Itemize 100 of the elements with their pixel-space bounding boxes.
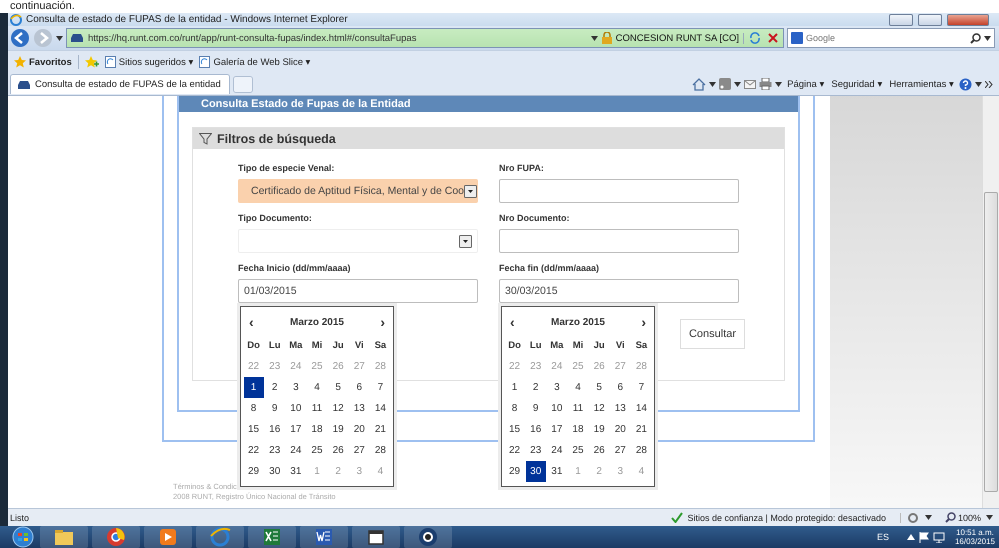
dropdown-field[interactable]: Certificado de Aptitud Física, Mental y de Coo	[238, 179, 478, 203]
calendar-day[interactable]: 24	[286, 440, 306, 461]
back-button-icon[interactable]	[10, 28, 30, 48]
calendar-day[interactable]: 6	[349, 377, 370, 398]
calendar-day[interactable]: 15	[244, 419, 264, 440]
start-orb-icon[interactable]	[10, 526, 36, 548]
text-field[interactable]	[499, 179, 739, 203]
zoom-control[interactable]: 100%	[944, 512, 981, 523]
dropdown-caret-icon[interactable]	[590, 36, 598, 40]
calendar-day[interactable]: 18	[568, 419, 588, 440]
calendar-day[interactable]: 8	[504, 398, 525, 419]
home-icon[interactable]	[692, 78, 706, 90]
text-field[interactable]	[499, 229, 739, 253]
calendar-day[interactable]: 12	[328, 398, 348, 419]
calendar-day[interactable]: 26	[589, 440, 610, 461]
calendar-day[interactable]: 25	[306, 440, 327, 461]
add-favorite-icon[interactable]	[84, 56, 99, 68]
search-icon[interactable]	[970, 32, 981, 44]
calendar-day[interactable]: 14	[631, 398, 652, 419]
globe-e-icon[interactable]	[208, 526, 232, 548]
address-field[interactable]: https://hq.runt.com.co/runt/app/runt-consulta-fupas/index.html#/consultaFupas CONCESION RUNT SA [CO]	[66, 28, 784, 48]
circle-logo-icon[interactable]	[104, 526, 128, 548]
calendar-day[interactable]: 26	[328, 440, 348, 461]
calendar-day[interactable]: 29	[504, 461, 525, 482]
refresh-icon[interactable]	[748, 31, 762, 45]
dropdown-caret-icon[interactable]	[459, 234, 472, 248]
calendar-day[interactable]: 3	[286, 377, 306, 398]
calendar-day[interactable]: 10	[546, 398, 567, 419]
calendar-day[interactable]: 25	[568, 440, 588, 461]
calendar-day[interactable]: 15	[504, 419, 525, 440]
calendar-day[interactable]: 2	[526, 377, 546, 398]
calendar-day[interactable]: 9	[264, 398, 285, 419]
browser-tab[interactable]: Consulta de estado de FUPAS de la entidad	[10, 74, 230, 94]
calendar-day[interactable]: 16	[526, 419, 546, 440]
flag-icon[interactable]	[918, 532, 929, 542]
calendar-day[interactable]: 17	[546, 419, 567, 440]
calendar-day[interactable]: 21	[370, 419, 390, 440]
calendar-day[interactable]: 1	[244, 377, 264, 398]
vertical-scrollbar[interactable]	[982, 96, 999, 508]
calendar-day[interactable]: 18	[306, 419, 327, 440]
dropdown-caret-icon[interactable]	[986, 515, 993, 520]
calendar-day[interactable]: 30	[526, 461, 546, 482]
calendar-day[interactable]: 2	[264, 377, 285, 398]
next-month-button[interactable]: ›	[641, 314, 646, 330]
calendar-day[interactable]: 30	[264, 461, 285, 482]
calendar-day[interactable]: 31	[546, 461, 567, 482]
calendar-day[interactable]: 20	[610, 419, 630, 440]
search-field[interactable]: Google	[787, 28, 995, 48]
dropdown-caret-icon[interactable]	[464, 184, 478, 198]
calendar-day[interactable]: 28	[370, 440, 390, 461]
clock-time[interactable]: 10:51 a.m.	[956, 528, 994, 537]
dropdown-caret-icon[interactable]	[734, 82, 742, 86]
calendar-day[interactable]: 9	[526, 398, 546, 419]
favorites-link[interactable]: Galería de Web Slice ▾	[199, 56, 311, 68]
calendar-day[interactable]: 6	[610, 377, 630, 398]
calendar-day[interactable]: 11	[568, 398, 588, 419]
dropdown-field[interactable]	[238, 229, 478, 253]
close-button[interactable]	[947, 14, 989, 26]
calendar-day[interactable]: 8	[244, 398, 264, 419]
calendar-day[interactable]: 28	[631, 440, 652, 461]
dropdown-caret-icon[interactable]	[984, 36, 991, 40]
calendar-day[interactable]: 14	[370, 398, 390, 419]
language-indicator[interactable]: ES	[876, 532, 889, 542]
chevron-icon[interactable]	[985, 80, 993, 88]
close-icon[interactable]	[766, 31, 780, 45]
clock-date[interactable]: 16/03/2015	[954, 537, 995, 546]
dropdown-caret-icon[interactable]	[56, 36, 63, 40]
command-menu[interactable]: Herramientas ▾	[889, 78, 954, 90]
consultar-button[interactable]: Consultar	[680, 319, 745, 349]
date-field[interactable]: 01/03/2015	[238, 279, 478, 303]
scroll-thumb[interactable]	[984, 192, 998, 492]
calendar-day[interactable]: 21	[631, 419, 652, 440]
dropdown-caret-icon[interactable]	[975, 82, 982, 86]
calendar-day[interactable]: 10	[286, 398, 306, 419]
calendar-day[interactable]: 29	[244, 461, 264, 482]
previous-month-button[interactable]: ‹	[510, 314, 515, 330]
calendar-day[interactable]: 16	[264, 419, 285, 440]
command-menu[interactable]: Página ▾	[787, 78, 824, 90]
calendar-day[interactable]: 31	[286, 461, 306, 482]
next-month-button[interactable]: ›	[380, 314, 385, 330]
settings-icon[interactable]	[906, 512, 920, 524]
calendar-day[interactable]: 4	[306, 377, 327, 398]
calendar-day[interactable]: 22	[244, 440, 264, 461]
calendar-day[interactable]: 20	[349, 419, 370, 440]
dropdown-caret-icon[interactable]	[775, 82, 782, 86]
calendar-day[interactable]: 23	[526, 440, 546, 461]
favorites-link[interactable]: Sitios sugeridos ▾	[104, 56, 194, 68]
maximize-button[interactable]	[918, 14, 942, 26]
command-menu[interactable]: Seguridad ▾	[831, 78, 882, 90]
calendar-day[interactable]: 22	[504, 440, 525, 461]
print-icon[interactable]	[759, 78, 772, 90]
calendar-day[interactable]: 19	[328, 419, 348, 440]
calendar-day[interactable]: 3	[546, 377, 567, 398]
chevron-up-icon[interactable]	[906, 534, 915, 540]
dropdown-caret-icon[interactable]	[924, 515, 932, 520]
help-icon[interactable]	[959, 78, 972, 90]
calendar-day[interactable]: 13	[610, 398, 630, 419]
favorites-button[interactable]: Favoritos	[14, 56, 72, 68]
calendar-day[interactable]: 19	[589, 419, 610, 440]
calendar-day[interactable]: 4	[568, 377, 588, 398]
